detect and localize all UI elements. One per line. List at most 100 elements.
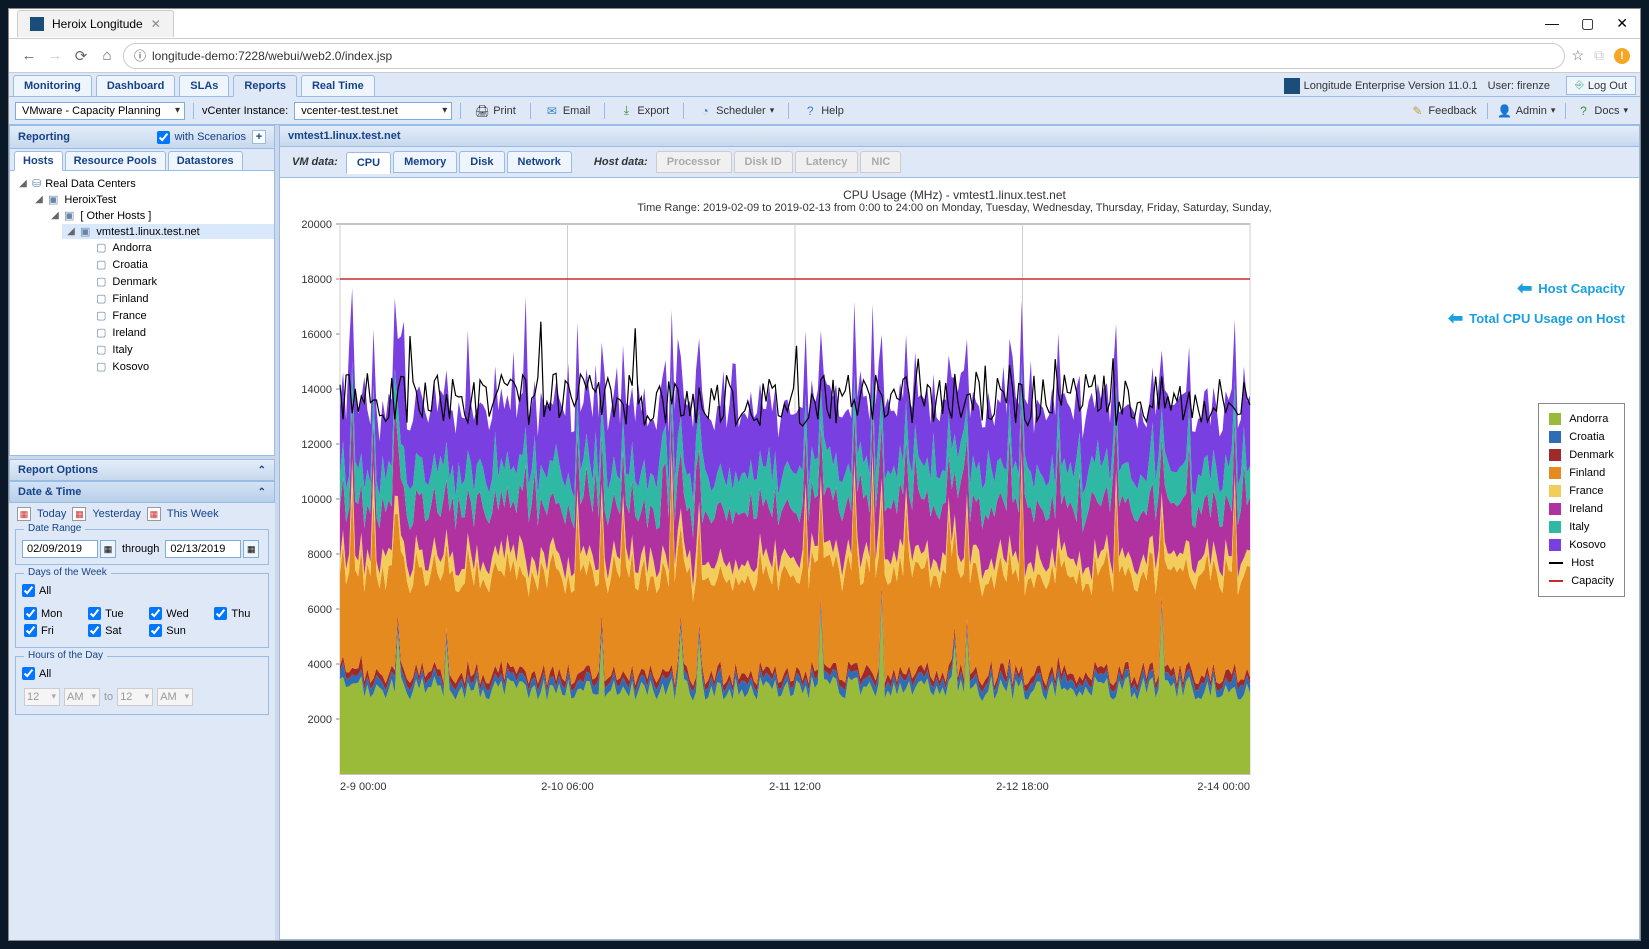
nav-realtime[interactable]: Real Time	[301, 75, 375, 96]
report-options-panel: Report Options ⌃ Date & Time ⌃ ▦ Today ▦…	[9, 456, 275, 940]
logout-icon: ⎆	[1575, 79, 1584, 92]
home-button[interactable]: ⌂	[97, 46, 117, 66]
nav-reports[interactable]: Reports	[233, 75, 297, 97]
dow-fri[interactable]: Fri	[24, 624, 72, 637]
tree-root[interactable]: ◢⛁Real Data Centers	[14, 176, 274, 191]
dow-sat[interactable]: Sat	[88, 624, 133, 637]
legend-item[interactable]: Croatia	[1549, 428, 1614, 446]
legend-item[interactable]: France	[1549, 482, 1614, 500]
add-scenario-button[interactable]: +	[252, 130, 266, 144]
print-icon: 🖨	[475, 104, 489, 118]
legend-item[interactable]: Ireland	[1549, 500, 1614, 518]
reload-button[interactable]: ⟳	[71, 46, 91, 66]
tab-nic: NIC	[860, 151, 901, 173]
hours-all[interactable]: All	[22, 667, 262, 680]
browser-tab[interactable]: Heroix Longitude ✕	[17, 10, 174, 37]
with-scenarios-checkbox[interactable]: with Scenarios	[157, 131, 246, 144]
tree-vm[interactable]: Andorra	[78, 240, 274, 255]
legend-item[interactable]: Host	[1549, 554, 1614, 572]
collapse-icon[interactable]: ⌃	[258, 465, 266, 476]
legend-item[interactable]: Finland	[1549, 464, 1614, 482]
export-button[interactable]: ⤓Export	[613, 102, 675, 120]
tab-memory[interactable]: Memory	[393, 151, 457, 173]
thisweek-link[interactable]: This Week	[167, 508, 219, 520]
legend-item[interactable]: Capacity	[1549, 572, 1614, 590]
url-field[interactable]: ⓘ longitude-demo:7228/webui/web2.0/index…	[123, 43, 1565, 69]
tree-cluster[interactable]: ◢HeroixTest	[30, 192, 274, 207]
help-button[interactable]: ?Help	[797, 102, 850, 120]
top-nav: Monitoring Dashboard SLAs Reports Real T…	[9, 73, 1640, 97]
email-button[interactable]: ✉Email	[539, 102, 597, 120]
admin-icon: 👤	[1498, 104, 1512, 118]
dow-wed[interactable]: Wed	[149, 607, 198, 620]
scheduler-button[interactable]: ◔Scheduler ▾	[692, 102, 780, 120]
date-from-input[interactable]	[22, 540, 98, 558]
tree-vm[interactable]: Kosovo	[78, 359, 274, 374]
tree-vm[interactable]: Italy	[78, 342, 274, 357]
datacenter-icon: ⛁	[32, 177, 41, 190]
docs-button[interactable]: ?Docs ▾	[1570, 102, 1634, 120]
legend-swatch	[1549, 521, 1561, 533]
dow-thu[interactable]: Thu	[214, 607, 260, 620]
to-ampm-select[interactable]: AM	[157, 688, 193, 706]
legend-swatch	[1549, 413, 1561, 425]
yesterday-link[interactable]: Yesterday	[92, 508, 141, 520]
report-options-header[interactable]: Report Options ⌃	[9, 459, 275, 481]
date-time-header[interactable]: Date & Time ⌃	[9, 481, 275, 503]
dow-sun[interactable]: Sun	[149, 624, 198, 637]
feedback-button[interactable]: ✎Feedback	[1404, 102, 1482, 120]
subtab-datastores[interactable]: Datastores	[168, 151, 243, 170]
tab-close-icon[interactable]: ✕	[151, 17, 161, 31]
admin-button[interactable]: 👤Admin ▾	[1492, 102, 1562, 120]
svg-text:18000: 18000	[301, 274, 332, 286]
extension-icon[interactable]: ⧉	[1594, 47, 1604, 64]
tree-vm[interactable]: Denmark	[78, 274, 274, 289]
date-picker-icon[interactable]: ▦	[243, 540, 259, 558]
vcenter-select[interactable]: vcenter-test.test.net	[294, 102, 452, 120]
arrow-left-icon: ⬅	[1448, 308, 1463, 329]
collapse-icon[interactable]: ⌃	[258, 487, 266, 498]
print-button[interactable]: 🖨Print	[469, 102, 522, 120]
alert-icon[interactable]: !	[1614, 48, 1630, 64]
tab-cpu[interactable]: CPU	[346, 152, 391, 174]
tree-vm[interactable]: Finland	[78, 291, 274, 306]
forward-button[interactable]: →	[45, 46, 65, 66]
report-type-select[interactable]: VMware - Capacity Planning	[15, 102, 185, 120]
tree-vm[interactable]: Croatia	[78, 257, 274, 272]
close-button[interactable]: ✕	[1616, 15, 1628, 32]
legend-item[interactable]: Italy	[1549, 518, 1614, 536]
legend-item[interactable]: Kosovo	[1549, 536, 1614, 554]
date-picker-icon[interactable]: ▦	[100, 540, 116, 558]
dow-all[interactable]: All	[22, 584, 262, 597]
tree-other-hosts[interactable]: ◢[ Other Hosts ]	[46, 208, 274, 223]
back-button[interactable]: ←	[19, 46, 39, 66]
tree-host-selected[interactable]: ◢vmtest1.linux.test.net	[62, 224, 274, 239]
subtab-resource-pools[interactable]: Resource Pools	[65, 151, 166, 170]
date-to-input[interactable]	[165, 540, 241, 558]
legend-swatch	[1549, 580, 1563, 582]
maximize-button[interactable]: ▢	[1581, 15, 1594, 32]
subtab-hosts[interactable]: Hosts	[14, 151, 63, 171]
dow-tue[interactable]: Tue	[88, 607, 133, 620]
tree-vm[interactable]: France	[78, 308, 274, 323]
today-link[interactable]: Today	[37, 508, 66, 520]
legend-item[interactable]: Denmark	[1549, 446, 1614, 464]
from-ampm-select[interactable]: AM	[64, 688, 100, 706]
legend-item[interactable]: Andorra	[1549, 410, 1614, 428]
tree-vm[interactable]: Ireland	[78, 325, 274, 340]
nav-slas[interactable]: SLAs	[179, 75, 229, 96]
logout-button[interactable]: ⎆ Log Out	[1566, 76, 1636, 95]
from-hour-select[interactable]: 12	[24, 688, 60, 706]
tab-network[interactable]: Network	[507, 151, 572, 173]
window-controls: — ▢ ✕	[1545, 15, 1640, 32]
nav-dashboard[interactable]: Dashboard	[96, 75, 175, 96]
tab-title: Heroix Longitude	[52, 17, 143, 31]
favicon	[30, 17, 44, 31]
to-hour-select[interactable]: 12	[117, 688, 153, 706]
cpu-chart: 2000400060008000100001200014000160001800…	[280, 214, 1430, 804]
bookmark-icon[interactable]: ☆	[1571, 47, 1584, 64]
minimize-button[interactable]: —	[1545, 15, 1559, 32]
nav-monitoring[interactable]: Monitoring	[13, 75, 92, 96]
tab-disk[interactable]: Disk	[459, 151, 504, 173]
dow-mon[interactable]: Mon	[24, 607, 72, 620]
